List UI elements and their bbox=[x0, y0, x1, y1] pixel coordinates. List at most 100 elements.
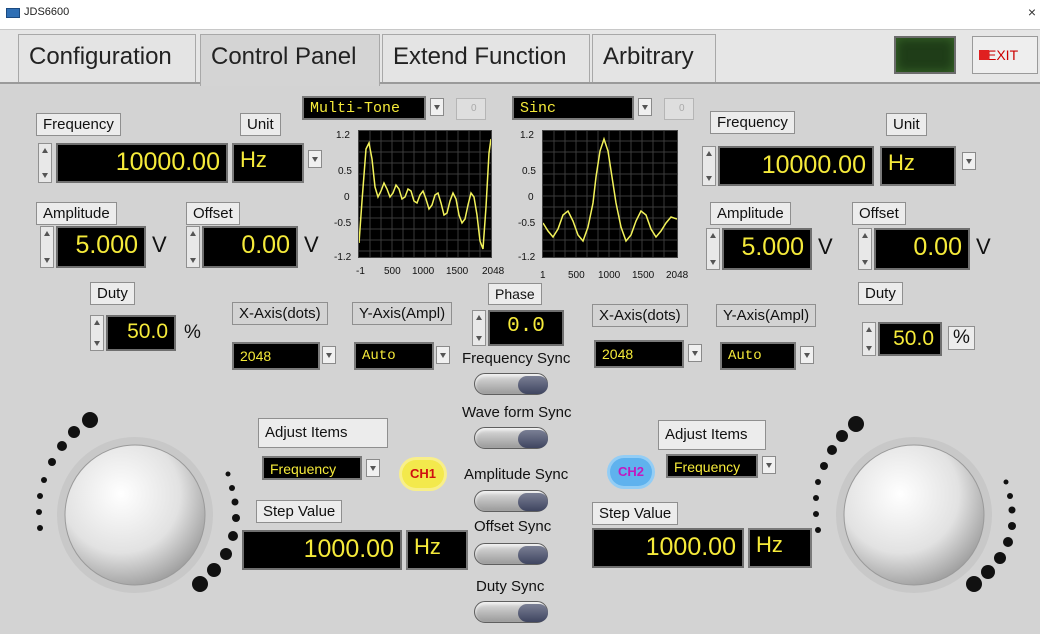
ch2-ytick-2: 0.5 bbox=[522, 166, 536, 177]
ch1-waveform-graph bbox=[358, 131, 492, 257]
ch1-unit-dropdown-icon[interactable] bbox=[308, 150, 322, 168]
ch2-duty-display[interactable]: 50.0 bbox=[878, 322, 942, 356]
ch1-ytick-3: 0 bbox=[344, 192, 350, 203]
ch2-amplitude-spinner[interactable] bbox=[706, 228, 720, 270]
ch1-waveform-preview bbox=[358, 130, 492, 258]
ch2-amplitude-label: Amplitude bbox=[710, 202, 791, 225]
ch1-xaxis-dropdown-icon[interactable] bbox=[322, 346, 336, 364]
window-title: JDS6600 bbox=[24, 6, 70, 18]
ch1-amplitude-display[interactable]: 5.000 bbox=[56, 226, 146, 268]
ch1-offset-label: Offset bbox=[186, 202, 240, 225]
ch1-frequency-label: Frequency bbox=[36, 113, 121, 136]
tab-bar: Configuration Control Panel Extend Funct… bbox=[0, 30, 1040, 86]
app-window: JDS6600 × Configuration Control Panel Ex… bbox=[0, 0, 1040, 634]
duty-sync-toggle[interactable] bbox=[474, 601, 548, 623]
ch1-offset-display[interactable]: 0.00 bbox=[202, 226, 298, 268]
phase-label: Phase bbox=[488, 283, 542, 305]
tab-configuration[interactable]: Configuration bbox=[18, 34, 196, 82]
ch2-frequency-label: Frequency bbox=[710, 111, 795, 134]
waveform-sync-toggle[interactable] bbox=[474, 427, 548, 449]
ch2-adjust-knob[interactable] bbox=[806, 410, 1026, 610]
ch1-unit-label: Unit bbox=[240, 113, 281, 136]
ch2-yaxis-dropdown-icon[interactable] bbox=[800, 346, 814, 364]
phase-display[interactable]: 0.0 bbox=[488, 310, 564, 346]
ch1-step-value-display[interactable]: 1000.00 bbox=[242, 530, 402, 570]
ch1-frequency-spinner[interactable] bbox=[38, 143, 52, 183]
ch1-ytick-5: -1.2 bbox=[334, 252, 352, 263]
offset-sync-toggle[interactable] bbox=[474, 543, 548, 565]
ch2-duty-label: Duty bbox=[858, 282, 903, 305]
title-bar: JDS6600 × bbox=[0, 0, 1040, 30]
amplitude-sync-toggle[interactable] bbox=[474, 490, 548, 512]
ch1-waveform-select[interactable]: Multi-Tone bbox=[302, 96, 426, 120]
ch2-xtick-1: 1 bbox=[540, 270, 546, 281]
ch2-xtick-2: 500 bbox=[568, 270, 585, 281]
ch1-adjust-items-label: Adjust Items bbox=[258, 418, 388, 448]
ch1-waveform-dropdown-icon[interactable] bbox=[430, 98, 444, 116]
ch2-xaxis-select[interactable]: 2048 bbox=[594, 340, 684, 368]
ch1-amplitude-spinner[interactable] bbox=[40, 226, 54, 268]
ch1-xaxis-select[interactable]: 2048 bbox=[232, 342, 320, 370]
ch1-arb-index-spinner: 0 bbox=[456, 98, 486, 120]
ch2-ytick-3: 0 bbox=[528, 192, 534, 203]
ch2-offset-label: Offset bbox=[852, 202, 906, 225]
ch2-yaxis-select[interactable]: Auto bbox=[720, 342, 796, 370]
ch2-amplitude-unit: V bbox=[818, 234, 833, 259]
ch2-step-value-label: Step Value bbox=[592, 502, 679, 525]
ch1-ytick-2: 0.5 bbox=[338, 166, 352, 177]
frequency-sync-toggle[interactable] bbox=[474, 373, 548, 395]
ch1-amplitude-label: Amplitude bbox=[36, 202, 117, 225]
ch2-xaxis-label: X-Axis(dots) bbox=[592, 304, 688, 327]
ch2-step-value-display[interactable]: 1000.00 bbox=[592, 528, 744, 568]
ch2-ytick-4: -0.5 bbox=[518, 218, 536, 229]
ch1-xtick-4: 1500 bbox=[446, 266, 469, 277]
ch1-duty-spinner[interactable] bbox=[90, 315, 104, 351]
ch2-ytick-5: -1.2 bbox=[518, 252, 536, 263]
ch2-xaxis-dropdown-icon[interactable] bbox=[688, 344, 702, 362]
ch2-waveform-dropdown-icon[interactable] bbox=[638, 98, 652, 116]
ch2-yaxis-label: Y-Axis(Ampl) bbox=[716, 304, 817, 327]
ch2-xtick-4: 1500 bbox=[632, 270, 655, 281]
ch2-offset-display[interactable]: 0.00 bbox=[874, 228, 970, 270]
exit-button[interactable]: EXIT bbox=[972, 36, 1038, 74]
tab-extend-function[interactable]: Extend Function bbox=[382, 34, 590, 82]
ch2-frequency-display[interactable]: 10000.00 bbox=[718, 146, 874, 186]
frequency-sync-label: Frequency Sync bbox=[462, 350, 571, 367]
ch1-adjust-dropdown-icon[interactable] bbox=[366, 459, 380, 477]
ch1-yaxis-dropdown-icon[interactable] bbox=[436, 346, 450, 364]
ch1-offset-spinner[interactable] bbox=[186, 226, 200, 268]
ch2-offset-unit: V bbox=[976, 234, 991, 259]
ch1-frequency-display[interactable]: 10000.00 bbox=[56, 143, 228, 183]
ch1-unit-select[interactable]: Hz bbox=[232, 143, 304, 183]
ch2-ytick-1: 1.2 bbox=[520, 130, 534, 141]
ch2-xtick-3: 1000 bbox=[598, 270, 621, 281]
ch2-unit-select[interactable]: Hz bbox=[880, 146, 956, 186]
ch2-unit-dropdown-icon[interactable] bbox=[962, 152, 976, 170]
ch2-duty-spinner[interactable] bbox=[862, 322, 876, 356]
ch1-xtick-3: 1000 bbox=[412, 266, 435, 277]
amplitude-sync-label: Amplitude Sync bbox=[464, 466, 569, 483]
ch2-adjust-items-select[interactable]: Frequency bbox=[666, 454, 758, 478]
phase-spinner[interactable] bbox=[472, 310, 486, 346]
ch2-trace bbox=[542, 136, 678, 243]
offset-sync-label: Offset Sync bbox=[474, 518, 552, 535]
ch1-ytick-1: 1.2 bbox=[336, 130, 350, 141]
waveform-sync-label: Wave form Sync bbox=[462, 404, 572, 421]
ch1-adjust-knob[interactable] bbox=[30, 410, 250, 610]
close-icon[interactable]: × bbox=[1028, 4, 1036, 20]
tab-arbitrary[interactable]: Arbitrary bbox=[592, 34, 716, 82]
ch2-adjust-items-label: Adjust Items bbox=[658, 420, 766, 450]
ch1-adjust-items-select[interactable]: Frequency bbox=[262, 456, 362, 480]
ch1-duty-display[interactable]: 50.0 bbox=[106, 315, 176, 351]
ch2-adjust-dropdown-icon[interactable] bbox=[762, 456, 776, 474]
ch1-yaxis-select[interactable]: Auto bbox=[354, 342, 434, 370]
ch2-offset-spinner[interactable] bbox=[858, 228, 872, 270]
tab-control-panel[interactable]: Control Panel bbox=[200, 34, 380, 86]
ch2-frequency-spinner[interactable] bbox=[702, 146, 716, 186]
ch2-amplitude-display[interactable]: 5.000 bbox=[722, 228, 812, 270]
ch2-xtick-5: 2048 bbox=[666, 270, 689, 281]
ch2-waveform-select[interactable]: Sinc bbox=[512, 96, 634, 120]
ch1-badge: CH1 bbox=[402, 460, 444, 488]
ch1-amplitude-unit: V bbox=[152, 232, 167, 257]
ch1-step-unit: Hz bbox=[406, 530, 468, 570]
